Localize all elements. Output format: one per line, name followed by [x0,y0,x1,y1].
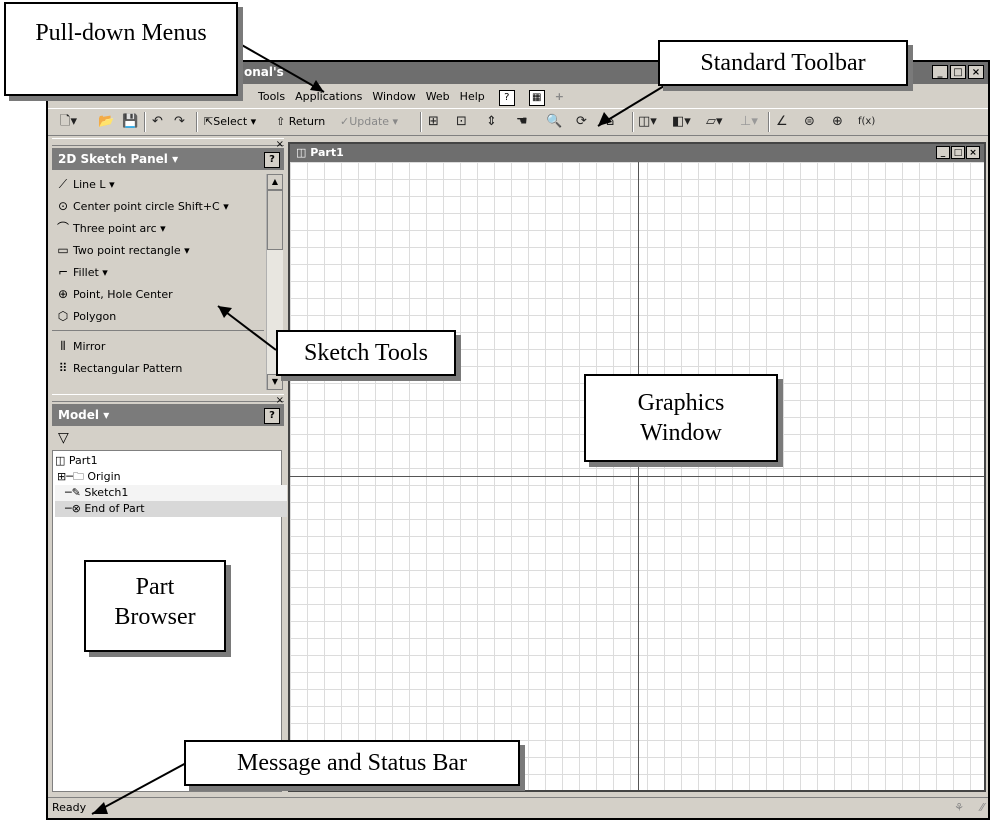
callout-standard-toolbar: Standard Toolbar [658,40,908,86]
callout-pulldown-menus: Pull-down Menus [4,2,238,96]
arrow-status [91,761,189,815]
arrowhead [92,802,108,814]
callout-message-status-bar: Message and Status Bar [184,740,520,786]
callout-part-browser: Part Browser [84,560,226,652]
callout-arrows [91,43,665,815]
callout-sketch-tools: Sketch Tools [276,330,456,376]
arrow-pulldown [239,43,325,93]
callout-graphics-window: Graphics Window [584,374,778,462]
